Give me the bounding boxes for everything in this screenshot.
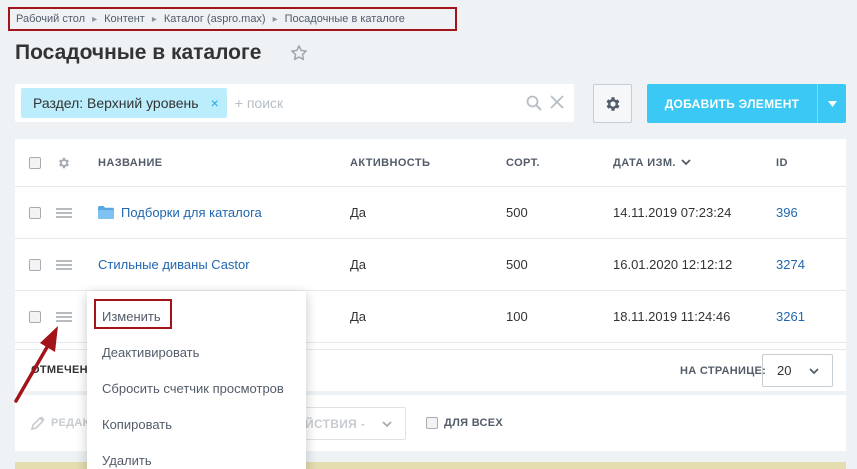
row-menu-icon[interactable] <box>56 311 72 322</box>
pencil-icon <box>31 416 45 430</box>
column-header-date-label: ДАТА ИЗМ. <box>613 156 676 169</box>
actions-select-label: ЕЙСТВИЯ - <box>296 416 365 431</box>
menu-item-edit[interactable]: Изменить <box>102 309 161 324</box>
filter-bar[interactable]: Раздел: Верхний уровень × + поиск <box>15 84 574 122</box>
menu-item-delete[interactable]: Удалить <box>102 453 152 468</box>
add-element-label: ДОБАВИТЬ ЭЛЕМЕНТ <box>664 96 800 111</box>
chevron-down-icon <box>382 421 392 428</box>
page-title: Посадочные в каталоге <box>15 41 262 64</box>
caret-down-icon <box>827 100 837 107</box>
filter-tag[interactable]: Раздел: Верхний уровень × <box>21 88 227 118</box>
marked-count-label: ОТМЕЧЕН <box>31 364 88 376</box>
breadcrumb: Рабочий стол ▸ Контент ▸ Каталог (aspro.… <box>8 7 457 31</box>
close-icon[interactable] <box>550 95 564 109</box>
row-date: 18.11.2019 11:24:46 <box>613 309 731 324</box>
filter-tag-label: Раздел: Верхний уровень <box>33 95 199 111</box>
menu-item-reset-views[interactable]: Сбросить счетчик просмотров <box>102 381 284 396</box>
row-active: Да <box>350 257 367 272</box>
row-active: Да <box>350 309 367 324</box>
row-checkbox[interactable] <box>29 310 41 323</box>
star-icon[interactable] <box>290 44 308 62</box>
for-all-toggle[interactable]: ДЛЯ ВСЕХ <box>426 417 503 429</box>
edit-action-label: РЕДАК <box>51 417 90 429</box>
column-header-name[interactable]: НАЗВАНИЕ <box>98 139 163 186</box>
column-header-date[interactable]: ДАТА ИЗМ. <box>613 139 691 186</box>
row-sort: 100 <box>506 309 528 324</box>
chevron-down-icon <box>681 159 691 166</box>
search-input[interactable]: + поиск <box>235 95 574 111</box>
row-context-menu: Изменить Деактивировать Сбросить счетчик… <box>87 291 306 469</box>
filter-tag-close-icon[interactable]: × <box>211 95 219 111</box>
breadcrumb-item-landing[interactable]: Посадочные в каталоге <box>285 13 405 25</box>
per-page-select[interactable]: 20 <box>762 354 833 387</box>
for-all-checkbox[interactable] <box>426 417 438 429</box>
row-id-link[interactable]: 3261 <box>776 291 805 342</box>
row-id-link[interactable]: 3274 <box>776 239 805 290</box>
search-icon[interactable] <box>526 95 542 111</box>
row-checkbox[interactable] <box>29 258 41 271</box>
column-header-active[interactable]: АКТИВНОСТЬ <box>350 139 430 186</box>
column-header-sort[interactable]: СОРТ. <box>506 139 540 186</box>
gear-icon <box>606 96 619 111</box>
folder-icon <box>98 206 114 219</box>
per-page-label: НА СТРАНИЦЕ: <box>680 365 767 377</box>
per-page-value: 20 <box>777 363 792 378</box>
breadcrumb-separator-icon: ▸ <box>151 13 157 25</box>
select-all-checkbox[interactable] <box>29 156 41 169</box>
row-name-link[interactable]: Стильные диваны Castor <box>98 239 250 290</box>
gear-icon[interactable] <box>57 156 71 170</box>
add-element-dropdown[interactable] <box>817 84 846 123</box>
row-active: Да <box>350 205 367 220</box>
breadcrumb-item-desktop[interactable]: Рабочий стол <box>16 13 85 25</box>
chevron-down-icon <box>809 368 819 375</box>
row-name-link[interactable]: Подборки для каталога <box>121 205 262 220</box>
row-date: 14.11.2019 07:23:24 <box>613 205 732 220</box>
row-sort: 500 <box>506 205 528 220</box>
menu-item-copy[interactable]: Копировать <box>102 417 172 432</box>
row-id-link[interactable]: 396 <box>776 187 798 238</box>
row-checkbox[interactable] <box>29 206 41 219</box>
row-menu-icon[interactable] <box>56 207 72 218</box>
table-header: НАЗВАНИЕ АКТИВНОСТЬ СОРТ. ДАТА ИЗМ. ID <box>15 139 846 187</box>
breadcrumb-item-catalog[interactable]: Каталог (aspro.max) <box>164 13 266 25</box>
for-all-label: ДЛЯ ВСЕХ <box>444 417 504 429</box>
breadcrumb-separator-icon: ▸ <box>92 13 98 25</box>
row-date: 16.01.2020 12:12:12 <box>613 257 733 272</box>
breadcrumb-separator-icon: ▸ <box>272 13 278 25</box>
edit-action-button[interactable]: РЕДАК <box>31 416 90 430</box>
add-element-button[interactable]: ДОБАВИТЬ ЭЛЕМЕНТ <box>647 84 846 123</box>
table-row[interactable]: Подборки для каталога Да 500 14.11.2019 … <box>15 187 846 239</box>
settings-button[interactable] <box>593 84 632 123</box>
menu-item-deactivate[interactable]: Деактивировать <box>102 345 199 360</box>
row-menu-icon[interactable] <box>56 259 72 270</box>
column-header-id[interactable]: ID <box>776 139 788 186</box>
row-sort: 500 <box>506 257 528 272</box>
breadcrumb-item-content[interactable]: Контент <box>104 13 145 25</box>
table-row[interactable]: Стильные диваны Castor Да 500 16.01.2020… <box>15 239 846 291</box>
